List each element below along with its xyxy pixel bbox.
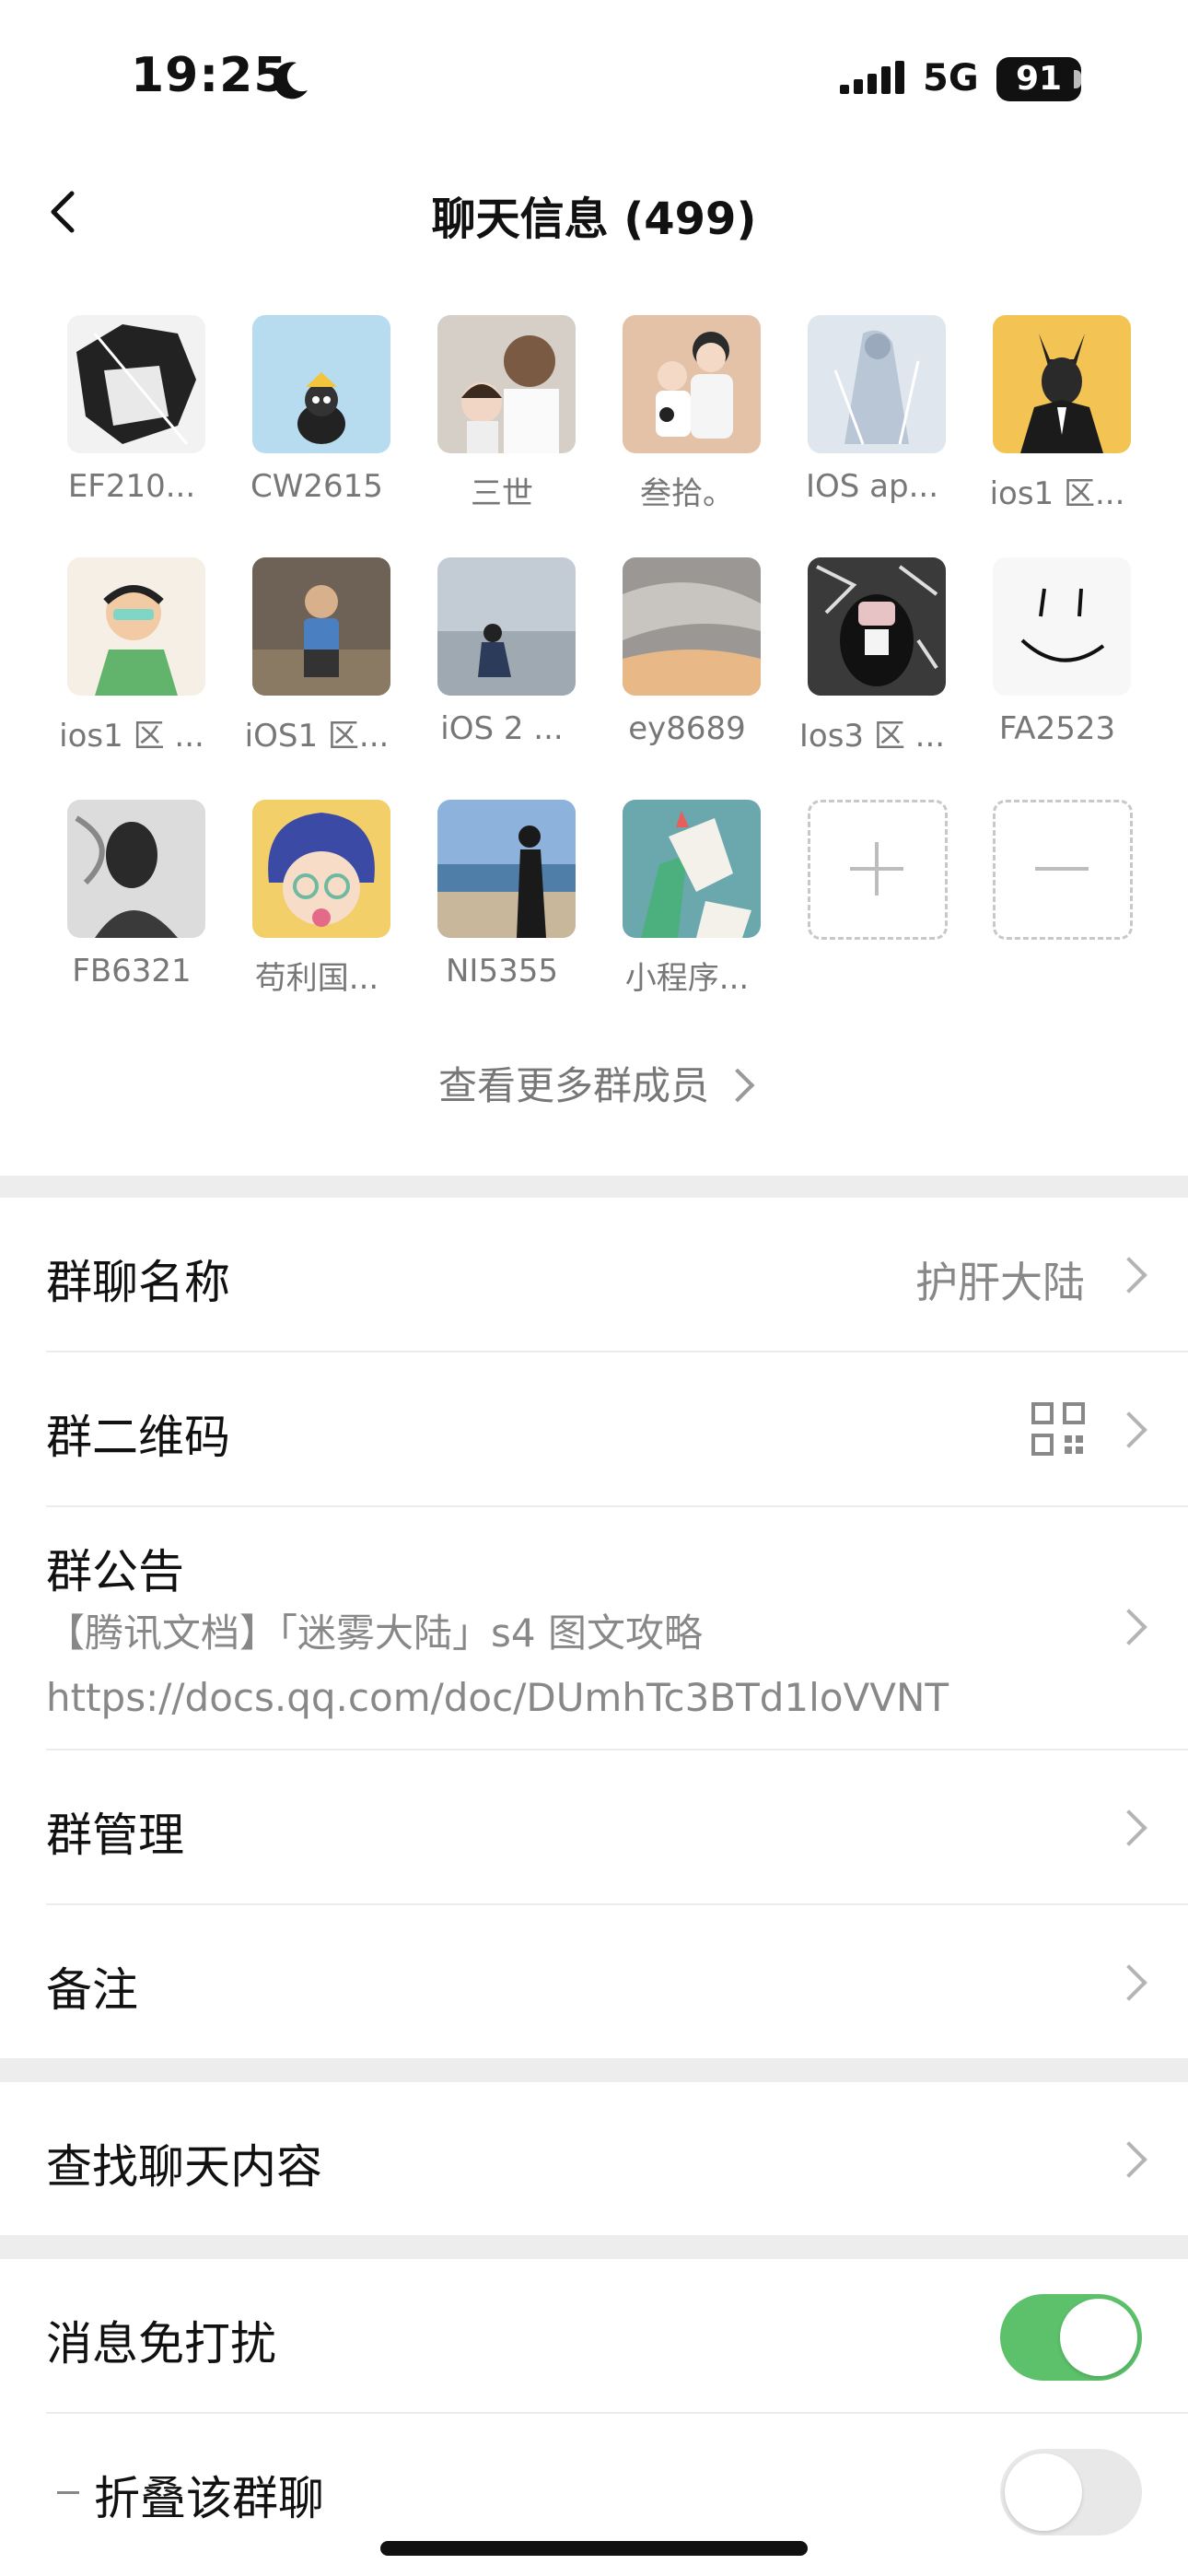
member-item[interactable]: CW2615: [229, 315, 404, 536]
avatar: [993, 557, 1131, 696]
avatar: [623, 800, 761, 938]
page-title: 聊天信息 (499): [431, 193, 757, 245]
member-name: ios1 区...: [989, 475, 1125, 512]
remark-label: 备注: [46, 1963, 138, 2017]
member-item[interactable]: 三世: [414, 315, 589, 536]
member-name: 三世: [471, 475, 533, 512]
member-item[interactable]: iOS 2 ...: [414, 557, 589, 779]
member-name: iOS1 区...: [244, 718, 390, 755]
avatar: [67, 800, 205, 938]
avatar: [67, 557, 205, 696]
network-type: 5G: [923, 57, 979, 100]
remove-member-button[interactable]: [970, 800, 1145, 1021]
remark-row[interactable]: 备注: [0, 1905, 1188, 2058]
member-name: IOS ap...: [805, 468, 939, 505]
member-item[interactable]: Ios3 区 ...: [785, 557, 960, 779]
chevron-right-icon: [1111, 1609, 1147, 1645]
member-name: Ios3 区 ...: [798, 718, 946, 755]
section-gap: [0, 2235, 1188, 2259]
member-item[interactable]: 小程序...: [600, 800, 775, 1021]
avatar: [252, 557, 390, 696]
signal-icon: [840, 61, 904, 94]
section-gap: [0, 1176, 1188, 1198]
avatar: [252, 315, 390, 453]
nav-bar: 聊天信息 (499): [0, 157, 1188, 267]
member-item[interactable]: 苟利国...: [229, 800, 404, 1021]
member-name: 小程序...: [624, 960, 750, 997]
avatar: [67, 315, 205, 453]
group-manage-label: 群管理: [46, 1809, 184, 1862]
member-name: FA2523: [998, 710, 1116, 747]
member-name: 叁拾。: [640, 475, 734, 512]
chevron-right-icon: [1111, 1411, 1147, 1448]
group-name-value: 护肝大陆: [915, 1258, 1085, 1307]
member-name: ios1 区 ...: [59, 718, 204, 755]
status-time: 19:25: [131, 48, 288, 103]
member-name: EF210...: [67, 468, 196, 505]
chevron-right-icon: [1111, 1964, 1147, 2001]
member-name: FB6321: [72, 953, 192, 989]
member-item[interactable]: ey8689: [600, 557, 775, 779]
member-item[interactable]: ios1 区 ...: [44, 557, 219, 779]
fold-toggle[interactable]: [1000, 2449, 1142, 2535]
see-more-members-link[interactable]: 查看更多群成员: [0, 1055, 1188, 1111]
group-notice-row[interactable]: 群公告 【腾讯文档】「迷雾大陆」s4 图文攻略 https://docs.qq.…: [0, 1507, 1188, 1749]
member-item[interactable]: FA2523: [970, 557, 1145, 779]
avatar: [437, 315, 576, 453]
chevron-right-icon: [1111, 1809, 1147, 1846]
avatar: [808, 557, 946, 696]
group-manage-row[interactable]: 群管理: [0, 1751, 1188, 1903]
chevron-right-icon: [720, 1068, 755, 1102]
search-chat-row[interactable]: 查找聊天内容: [0, 2082, 1188, 2235]
search-chat-label: 查找聊天内容: [46, 2140, 322, 2194]
fold-label: 折叠该群聊: [94, 2472, 324, 2525]
mute-toggle[interactable]: [1000, 2294, 1142, 2381]
member-item[interactable]: 叁拾。: [600, 315, 775, 536]
mute-row: 消息免打扰: [0, 2259, 1188, 2412]
plus-icon: [850, 842, 903, 896]
avatar: [623, 557, 761, 696]
member-item[interactable]: ios1 区...: [970, 315, 1145, 536]
section-gap: [0, 2058, 1188, 2082]
status-bar: 19:25 5G 91: [0, 0, 1188, 157]
add-member-button[interactable]: [785, 800, 960, 1021]
avatar: [437, 800, 576, 938]
see-more-label: 查看更多群成员: [437, 1063, 709, 1108]
toggle-knob: [1060, 2299, 1137, 2376]
chevron-right-icon: [1111, 2141, 1147, 2178]
battery-cap: [1074, 70, 1081, 88]
member-item[interactable]: FB6321: [44, 800, 219, 1021]
group-notice-label: 群公告: [46, 1545, 184, 1598]
member-item[interactable]: EF210...: [44, 315, 219, 536]
qr-code-icon: [1031, 1402, 1085, 1456]
avatar: [993, 315, 1131, 453]
dash-mark: [57, 2491, 79, 2494]
home-indicator: [380, 2541, 808, 2556]
group-name-row[interactable]: 群聊名称 护肝大陆: [0, 1198, 1188, 1351]
group-name-label: 群聊名称: [46, 1256, 230, 1309]
minus-icon: [1035, 867, 1089, 871]
member-name: ey8689: [628, 710, 746, 747]
member-item[interactable]: NI5355: [414, 800, 589, 1021]
avatar: [252, 800, 390, 938]
avatar: [623, 315, 761, 453]
member-name: CW2615: [250, 468, 383, 505]
member-name: iOS 2 ...: [440, 710, 564, 747]
member-name: 苟利国...: [254, 960, 379, 997]
group-qr-row[interactable]: 群二维码: [0, 1352, 1188, 1505]
mute-label: 消息免打扰: [46, 2317, 276, 2371]
member-item[interactable]: iOS1 区...: [229, 557, 404, 779]
group-notice-line2: https://docs.qq.com/doc/DUmhTc3BTd1loVVN…: [46, 1675, 949, 1720]
member-item[interactable]: IOS ap...: [785, 315, 960, 536]
avatar: [437, 557, 576, 696]
group-notice-line1: 【腾讯文档】「迷雾大陆」s4 图文攻略: [46, 1610, 703, 1656]
group-qr-label: 群二维码: [46, 1411, 230, 1464]
toggle-knob: [1005, 2453, 1082, 2531]
battery-icon: 91: [996, 57, 1081, 101]
avatar: [808, 315, 946, 453]
chevron-right-icon: [1111, 1257, 1147, 1294]
moon-icon: [274, 62, 308, 100]
member-name: NI5355: [446, 953, 558, 989]
battery-level: 91: [1015, 60, 1063, 98]
